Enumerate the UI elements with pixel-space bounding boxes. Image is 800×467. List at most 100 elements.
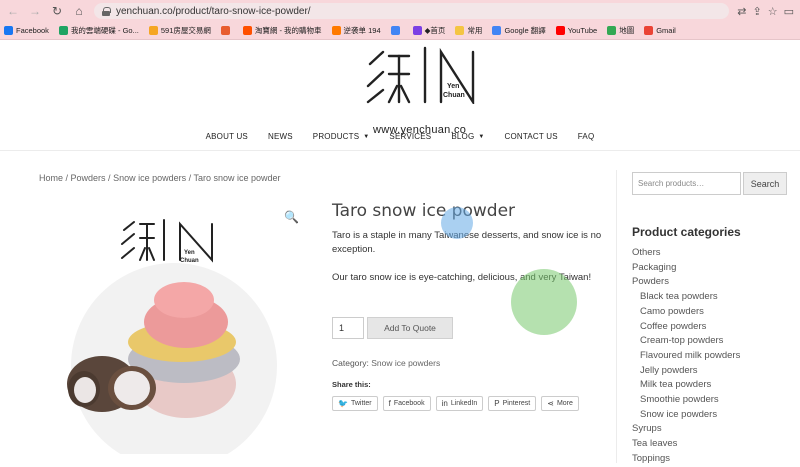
yen-chuan-logo[interactable]: Yen Chuan: [365, 44, 490, 104]
category-item[interactable]: Camo powders: [632, 305, 740, 320]
share-buttons: 🐦 Twitter f Facebook in LinkedIn P Pinterest ⋖ Mo…: [332, 396, 579, 411]
bookmark-favicon-icon: [455, 26, 465, 35]
nav-item-news[interactable]: NEWS: [258, 132, 303, 141]
bookmark-star-icon[interactable]: ☆: [768, 5, 778, 18]
bookmark-item[interactable]: Google 翻譯: [492, 25, 546, 36]
address-url: yenchuan.co/product/taro-snow-ice-powder…: [116, 5, 311, 17]
quantity-input[interactable]: 1: [332, 317, 364, 339]
nav-item-blog[interactable]: BLOG ▼: [441, 132, 494, 141]
breadcrumb-snow-ice[interactable]: Snow ice powders: [113, 173, 186, 183]
category-link[interactable]: Snow ice powders: [371, 358, 440, 368]
bookmark-favicon-icon: [492, 26, 502, 35]
nav-item-about-us[interactable]: ABOUT US: [196, 132, 258, 141]
share-linkedin-button[interactable]: in LinkedIn: [435, 396, 484, 411]
bookmark-favicon-icon: [242, 26, 252, 35]
product-search-input[interactable]: Search products…: [632, 172, 741, 195]
breadcrumb-powders[interactable]: Powders: [71, 173, 106, 183]
address-bar[interactable]: yenchuan.co/product/taro-snow-ice-powder…: [94, 3, 730, 19]
twitter-icon: 🐦: [338, 399, 348, 408]
category-item[interactable]: Cream-top powders: [632, 334, 740, 349]
category-item[interactable]: Flavoured milk powders: [632, 349, 740, 364]
bookmark-item[interactable]: 淘寶網 - 我的購物車: [242, 25, 322, 36]
svg-text:Yen: Yen: [184, 250, 195, 256]
share-label-text: Facebook: [393, 400, 425, 407]
search-button[interactable]: Search: [743, 172, 787, 195]
category-item[interactable]: Others: [632, 246, 740, 261]
share-label-text: Twitter: [350, 400, 372, 407]
category-item[interactable]: Smoothie powders: [632, 393, 740, 408]
nav-item-label: SERVICES: [389, 132, 432, 141]
site-header: Yen Chuan www.yenchuan.co: [0, 40, 800, 136]
cursor-highlight-blue: [441, 207, 473, 239]
product-description-1: Taro is a staple in many Taiwanese desse…: [332, 230, 602, 255]
bookmark-item[interactable]: 逆袭单 194: [331, 25, 381, 36]
bookmark-item[interactable]: 地圖: [607, 25, 634, 36]
bookmark-favicon-icon: [412, 26, 422, 35]
bookmark-label: Google 翻譯: [504, 26, 546, 35]
share-more-button[interactable]: ⋖ More: [541, 396, 579, 411]
breadcrumb-current: Taro snow ice powder: [193, 173, 281, 183]
category-item[interactable]: Syrups: [632, 422, 740, 437]
browser-toolbar: ← → ↻ ⌂ yenchuan.co/product/taro-snow-ic…: [0, 0, 800, 22]
nav-item-label: CONTACT US: [504, 132, 558, 141]
forward-icon[interactable]: →: [28, 4, 42, 18]
reload-icon[interactable]: ↻: [50, 4, 64, 18]
tab-icon[interactable]: ▭: [784, 5, 794, 18]
home-icon[interactable]: ⌂: [72, 4, 86, 18]
svg-text:Yen: Yen: [447, 83, 459, 90]
category-item[interactable]: Toppings: [632, 452, 740, 467]
pinterest-icon: P: [494, 399, 500, 408]
bookmark-item[interactable]: [390, 26, 403, 35]
translate-icon[interactable]: ⇄: [737, 5, 746, 18]
nav-item-faq[interactable]: FAQ: [568, 132, 605, 141]
bookmark-favicon-icon: [390, 26, 400, 35]
breadcrumb-home[interactable]: Home: [39, 173, 63, 183]
nav-divider: [0, 150, 800, 151]
bookmark-label: 逆袭单 194: [343, 26, 381, 35]
bookmark-item[interactable]: Gmail: [644, 26, 676, 35]
bookmarks-bar: Facebook 我的雲端硬碟 - Go... 591房屋交易網 淘寶網 - 我的購物…: [0, 22, 800, 40]
category-item[interactable]: Jelly powders: [632, 364, 740, 379]
nav-item-contact-us[interactable]: CONTACT US: [495, 132, 568, 141]
nav-item-services[interactable]: SERVICES: [379, 132, 441, 141]
add-to-quote-button[interactable]: Add To Quote: [367, 317, 453, 339]
share-twitter-button[interactable]: 🐦 Twitter: [332, 396, 378, 411]
nav-item-label: PRODUCTS: [312, 132, 360, 141]
bookmark-label: YouTube: [567, 26, 598, 35]
category-item[interactable]: Milk tea powders: [632, 378, 740, 393]
bookmark-favicon-icon: [644, 26, 654, 35]
bookmark-item[interactable]: [220, 26, 233, 35]
category-item[interactable]: Tea leaves: [632, 437, 740, 452]
svg-text:Chuan: Chuan: [443, 92, 465, 99]
share-label-text: Pinterest: [502, 400, 531, 407]
dropdown-caret-icon: ▼: [363, 133, 370, 140]
bookmark-item[interactable]: 我的雲端硬碟 - Go...: [58, 25, 139, 36]
category-item[interactable]: Packaging: [632, 261, 740, 276]
product-image[interactable]: Yen Chuan: [54, 204, 314, 454]
share-facebook-button[interactable]: f Facebook: [382, 396, 431, 411]
bookmark-favicon-icon: [148, 26, 158, 35]
bookmark-item[interactable]: Facebook: [4, 26, 49, 35]
category-item[interactable]: Black tea powders: [632, 290, 740, 305]
breadcrumb-separator: /: [105, 173, 114, 183]
bookmark-favicon-icon: [220, 26, 230, 35]
category-label: Category:: [332, 358, 372, 368]
nav-item-products[interactable]: PRODUCTS ▼: [303, 132, 380, 141]
back-icon[interactable]: ←: [6, 4, 20, 18]
bookmark-label: 地圖: [619, 26, 635, 35]
share-label-text: More: [556, 400, 573, 407]
bookmark-label: Facebook: [16, 26, 49, 35]
share-icon[interactable]: ⇪: [753, 5, 762, 18]
bookmark-item[interactable]: 常用: [455, 25, 482, 36]
share-pinterest-button[interactable]: P Pinterest: [488, 396, 537, 411]
linkedin-icon: in: [441, 399, 448, 408]
bookmark-item[interactable]: 591房屋交易網: [148, 25, 211, 36]
bookmark-item[interactable]: YouTube: [555, 26, 598, 35]
category-item[interactable]: Snow ice powders: [632, 408, 740, 423]
breadcrumb-separator: /: [63, 173, 71, 183]
category-item[interactable]: Coffee powders: [632, 320, 740, 335]
bookmark-label: 591房屋交易網: [160, 26, 211, 35]
bookmark-item[interactable]: ◆首页: [412, 25, 445, 36]
category-item[interactable]: Powders: [632, 275, 740, 290]
zoom-icon[interactable]: 🔍: [284, 210, 299, 224]
